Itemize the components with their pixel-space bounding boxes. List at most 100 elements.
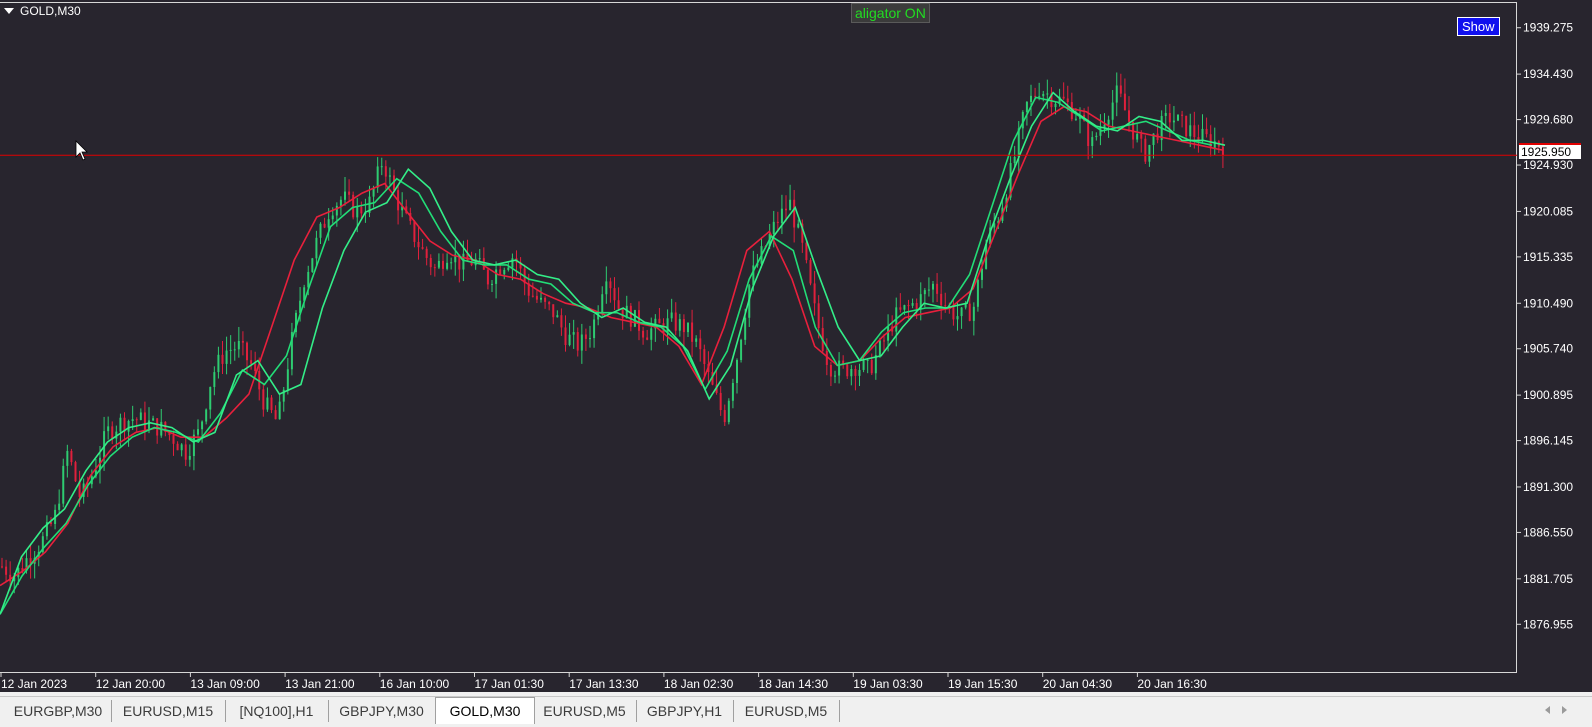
candle-body [152,418,155,421]
candle-body [862,360,865,370]
candle-body [793,199,796,228]
candle-body [740,339,743,361]
candle-body [1136,133,1139,140]
price-tick-label: 1886.550 [1523,525,1573,539]
candle-body [589,338,591,340]
candle-body [544,297,547,302]
candle-body [617,300,620,309]
candle-body [572,332,575,335]
candle-body [682,319,685,333]
candle-body [535,295,538,300]
price-tick-label: 1910.490 [1523,296,1573,310]
candle-body [646,337,649,340]
candle-body [139,412,142,420]
tab-nq100-h1[interactable]: [NQ100],H1 [225,700,329,722]
candle-body [780,208,783,224]
candle-body [1140,133,1143,139]
tab-gbpjpy-m30[interactable]: GBPJPY,M30 [328,700,436,722]
candle-body [785,208,787,211]
candle-body [952,306,955,320]
candle-body [478,258,481,260]
show-button[interactable]: Show [1457,17,1500,36]
price-tick-label: 1896.145 [1523,434,1573,448]
candle-body [319,223,322,238]
chart-area[interactable]: 1939.275 1934.430 1929.680 1924.930 1920.085… [0,0,1592,692]
candle-body [932,283,934,290]
candle-body [903,305,906,310]
candle-body [462,253,465,270]
time-tick-label: 17 Jan 13:30 [569,677,639,691]
candle-body [241,340,244,343]
candle-body [699,338,702,350]
scroll-right-icon[interactable] [1560,703,1570,717]
candle-body [940,293,943,306]
tab-eurgbp-m30[interactable]: EURGBP,M30 [5,700,112,722]
tab-eurusd-m5[interactable]: EURUSD,M5 [533,700,637,722]
candle-body [695,338,698,342]
price-axis: 1939.275 1934.430 1929.680 1924.930 1920.085… [1517,21,1573,631]
candle-body [703,349,706,365]
candle-body [429,257,432,268]
candle-body [981,268,983,280]
tab-eurusd-m5[interactable]: EURUSD,M5 [733,700,840,722]
candle-body [217,354,220,373]
candle-body [188,456,191,460]
candle-body [1013,157,1016,163]
price-chart[interactable]: 1939.275 1934.430 1929.680 1924.930 1920.085… [0,0,1592,692]
candle-body [356,206,359,218]
candle-body [691,322,694,342]
candle-body [421,247,424,249]
candle-body [119,417,122,432]
time-tick-label: 17 Jan 01:30 [475,677,545,691]
aligator-status-label[interactable]: aligator ON [851,3,930,23]
candle-body [450,262,453,264]
symbol-title[interactable]: GOLD,M30 [4,4,81,18]
tab-gbpjpy-h1[interactable]: GBPJPY,H1 [636,700,734,722]
candle-body [854,369,857,376]
dropdown-triangle-icon[interactable] [4,8,14,14]
alligator-layer [0,91,1226,615]
candle-body [307,271,310,288]
candle-body [633,310,636,327]
price-tick-label: 1929.680 [1523,113,1573,127]
candle-body [339,199,342,206]
candle-body [813,283,816,304]
candle-body [286,369,289,390]
candle-body [213,372,216,387]
candle-body [642,330,645,338]
candle-body [776,221,779,224]
candle-body [1030,95,1032,102]
candle-body [805,242,808,261]
scroll-left-icon[interactable] [1542,703,1552,717]
candle-body [936,283,939,294]
candle-body [131,419,134,421]
candle-body [274,410,277,420]
candle-body [584,334,587,339]
candle-body [580,334,583,351]
candle-body [1087,120,1090,147]
candle-body [495,269,498,284]
candle-body [797,223,800,228]
candle-body [531,295,534,297]
candle-body [870,359,873,374]
candle-body [1177,114,1179,121]
candle-body [576,332,579,351]
candle-body [923,290,926,295]
tab-eurusd-m15[interactable]: EURUSD,M15 [111,700,226,722]
candle-body [609,281,612,289]
candle-body [384,166,387,177]
candle-body [789,199,792,211]
resize-grip[interactable] [1580,697,1592,726]
candle-body [499,269,502,275]
candle-body [246,342,248,361]
price-tick-label: 1934.430 [1523,67,1573,81]
price-tick-label: 1924.930 [1523,158,1573,172]
symbol-text: GOLD,M30 [20,4,81,18]
price-tick-label: 1939.275 [1523,21,1573,35]
candle-body [425,248,428,258]
candle-body [360,206,363,214]
candle-body [1074,118,1077,120]
candle-body [658,318,661,324]
tab-gold-m30[interactable]: GOLD,M30 [435,697,535,724]
candle-body [388,175,391,177]
